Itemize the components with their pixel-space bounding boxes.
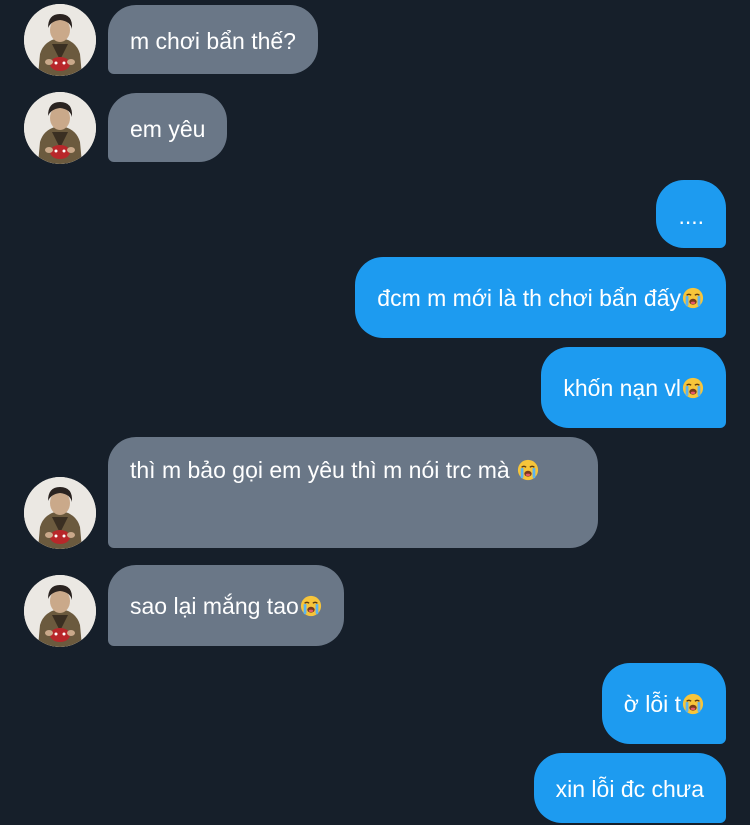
message-text: thì m bảo gọi em yêu thì m nói trc mà	[130, 457, 510, 483]
message-bubble-incoming[interactable]: sao lại mắng tao	[108, 565, 344, 646]
loudly-crying-face-icon	[682, 377, 704, 399]
message-bubble-outgoing[interactable]: đcm m mới là th chơi bẩn đấy	[355, 257, 726, 338]
message-text: em yêu	[130, 116, 206, 142]
message-bubble-outgoing[interactable]: khốn nạn vl	[541, 347, 726, 428]
message-text: đcm m mới là th chơi bẩn đấy	[377, 285, 681, 311]
chat-thread: m chơi bẩn thế? em yêu .... đcm m mới là…	[0, 0, 750, 825]
avatar[interactable]	[24, 575, 96, 647]
message-text: khốn nạn vl	[563, 375, 681, 401]
message-bubble-outgoing[interactable]: ....	[656, 180, 726, 248]
message-bubble-incoming[interactable]: em yêu	[108, 93, 228, 162]
message-text: xin lỗi đc chưa	[555, 776, 704, 802]
avatar[interactable]	[24, 4, 96, 76]
message-text: m chơi bẩn thế?	[130, 28, 296, 54]
message-text: ờ lỗi t	[623, 691, 681, 717]
avatar[interactable]	[24, 477, 96, 549]
loudly-crying-face-icon	[300, 595, 322, 617]
message-text: sao lại mắng tao	[130, 593, 299, 619]
message-bubble-incoming[interactable]: thì m bảo gọi em yêu thì m nói trc mà	[108, 437, 598, 548]
message-bubble-outgoing[interactable]: ờ lỗi t	[601, 663, 726, 744]
loudly-crying-face-icon	[682, 287, 704, 309]
message-bubble-incoming[interactable]: m chơi bẩn thế?	[108, 5, 318, 74]
loudly-crying-face-icon	[682, 693, 704, 715]
loudly-crying-face-icon	[517, 459, 539, 481]
message-bubble-outgoing[interactable]: xin lỗi đc chưa	[533, 753, 726, 823]
message-text: ....	[678, 203, 704, 229]
avatar[interactable]	[24, 92, 96, 164]
